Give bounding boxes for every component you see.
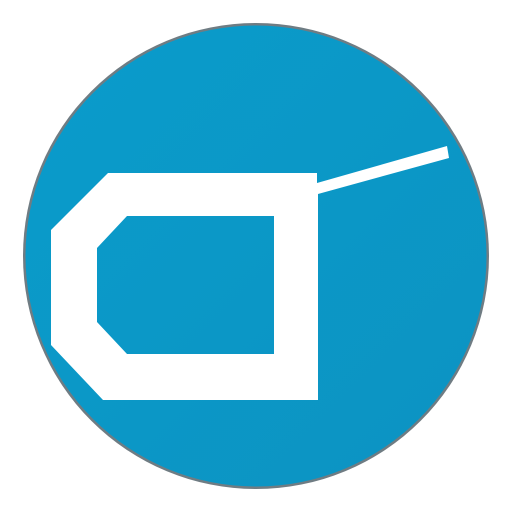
app-icon-stage	[0, 0, 512, 512]
app-icon[interactable]	[0, 0, 512, 512]
